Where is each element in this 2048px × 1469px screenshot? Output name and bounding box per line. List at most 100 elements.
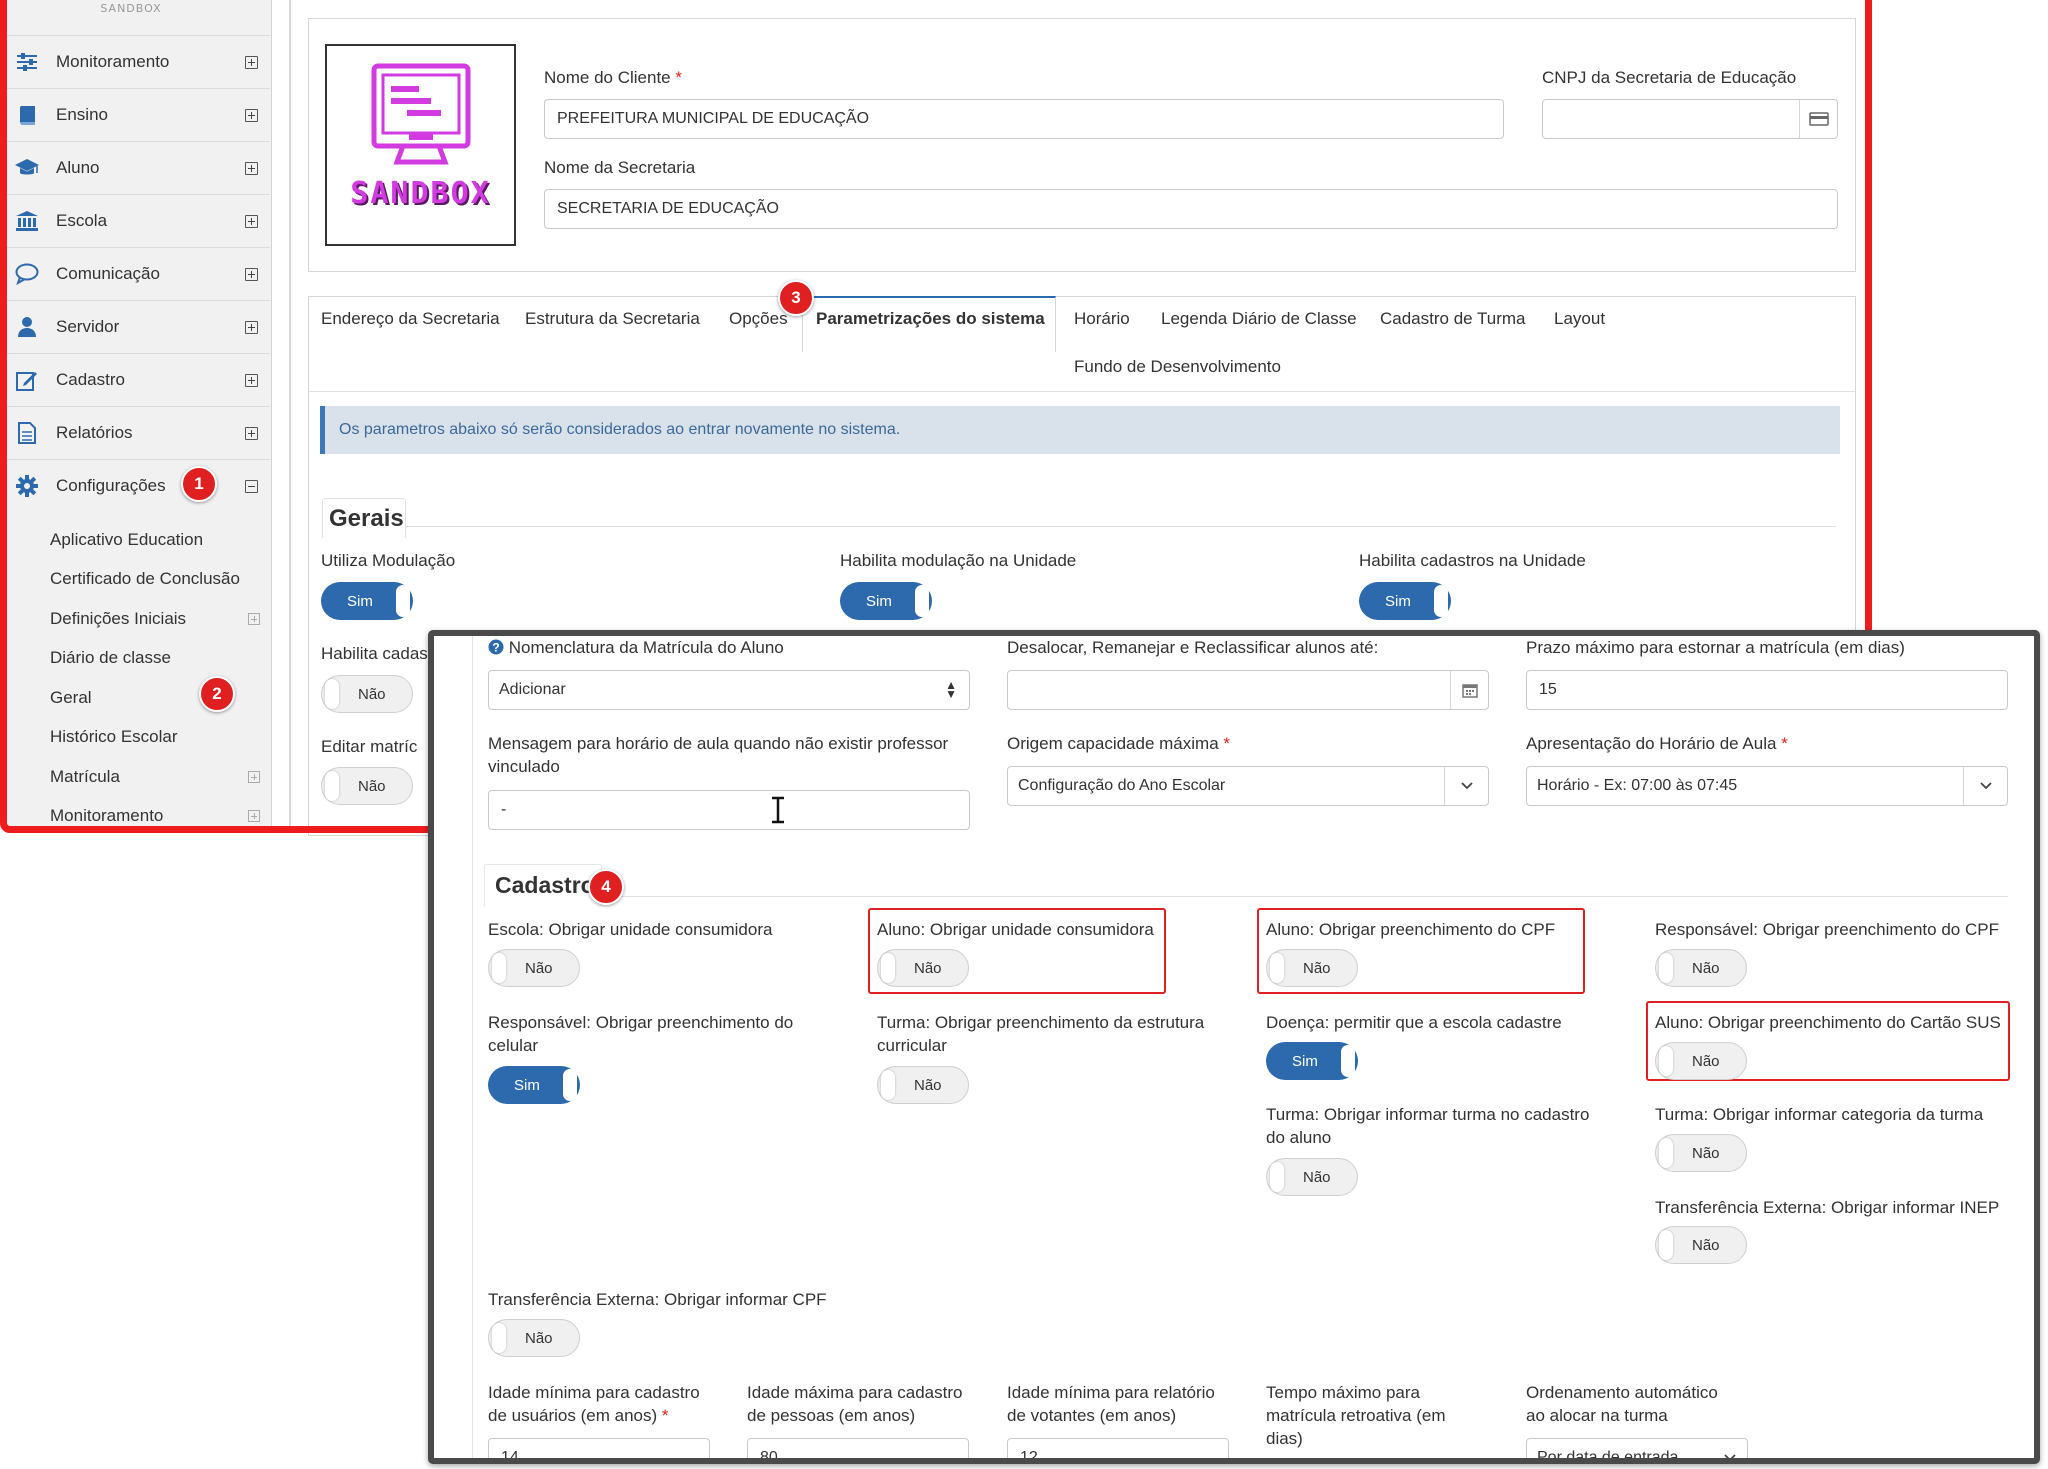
sidebar-item-aluno[interactable]: Aluno: [6, 141, 270, 194]
sidebar-item-label: Ensino: [56, 105, 108, 124]
submenu-item-monitoramento[interactable]: Monitoramento: [50, 806, 163, 826]
tab-cadastro-turma[interactable]: Cadastro de Turma: [1380, 309, 1526, 329]
help-icon[interactable]: ?: [488, 639, 504, 655]
submenu-item-diario-de-classe[interactable]: Diário de classe: [50, 648, 171, 668]
mensagem-horario-input[interactable]: -: [488, 790, 970, 830]
chevron-down-icon: [1713, 1439, 1747, 1458]
habilita-cadastros-label: Habilita cadastros na Unidade: [1359, 551, 1586, 570]
escola-unidade-label: Escola: Obrigar unidade consumidora: [488, 920, 773, 939]
sidebar-item-label: Aluno: [56, 158, 100, 177]
ordenamento-automatico-select[interactable]: Por data de entrada ...: [1526, 1438, 1748, 1458]
sidebar-item-ensino[interactable]: Ensino: [6, 88, 270, 141]
cnpj-label: CNPJ da Secretaria de Educação: [1542, 68, 1797, 87]
sandbox-logo-icon: [371, 63, 471, 165]
doenca-cadastre-toggle[interactable]: Sim: [1266, 1042, 1358, 1080]
utiliza-modulacao-toggle[interactable]: Sim: [321, 582, 413, 620]
tab-endereco-secretaria[interactable]: Endereço da Secretaria: [321, 309, 500, 329]
sidebar-item-cadastro[interactable]: Cadastro: [6, 353, 270, 406]
section-title-gerais: Gerais: [329, 505, 404, 532]
tab-legenda-diario[interactable]: Legenda Diário de Classe: [1161, 309, 1357, 329]
tab-layout[interactable]: Layout: [1554, 309, 1605, 329]
desalocar-date-input[interactable]: [1007, 670, 1489, 710]
habilita-cadastro-toggle[interactable]: Não: [321, 675, 413, 713]
submenu-item-certificado[interactable]: Certificado de Conclusão: [50, 569, 240, 589]
tabs-bottom-border: [309, 391, 1855, 392]
expand-icon[interactable]: [245, 320, 258, 334]
expand-icon[interactable]: [248, 613, 260, 625]
expand-icon[interactable]: [245, 373, 258, 387]
idade-maxima-pessoas-input[interactable]: 80: [747, 1438, 969, 1458]
expand-icon[interactable]: [245, 426, 258, 440]
nomenclatura-label: ? Nomenclatura da Matrícula do Aluno: [488, 636, 784, 659]
submenu-item-historico-escolar[interactable]: Histórico Escolar: [50, 727, 178, 747]
expand-icon[interactable]: [248, 810, 260, 822]
nome-cliente-input[interactable]: PREFEITURA MUNICIPAL DE EDUCAÇÃO: [544, 99, 1504, 139]
tempo-maximo-retroativa-label: Tempo máximo para matrícula retroativa (e…: [1266, 1383, 1446, 1448]
expand-icon[interactable]: [245, 214, 258, 228]
svg-text:?: ?: [492, 641, 499, 655]
idade-minima-usuarios-input[interactable]: 14: [488, 1438, 710, 1458]
sidebar-item-monitoramento[interactable]: Monitoramento: [6, 35, 270, 88]
tab-parametrizacoes[interactable]: Parametrizações do sistema: [816, 309, 1045, 329]
habilita-cadastros-toggle[interactable]: Sim: [1359, 582, 1451, 620]
sidebar-item-escola[interactable]: Escola: [6, 194, 270, 247]
section-divider: [406, 526, 1836, 527]
card-icon[interactable]: [1799, 100, 1837, 138]
aluno-unidade-label: Aluno: Obrigar unidade consumidora: [877, 920, 1154, 939]
responsavel-cpf-toggle[interactable]: Não: [1655, 949, 1747, 987]
panel-border: [472, 636, 473, 1458]
edit-icon: [14, 369, 40, 391]
submenu-item-geral[interactable]: Geral: [50, 688, 92, 708]
sidebar-item-label: Servidor: [56, 317, 120, 336]
utiliza-modulacao-label: Utiliza Modulação: [321, 551, 456, 570]
sidebar-item-label: Cadastro: [56, 370, 125, 389]
transferencia-inep-toggle[interactable]: Não: [1655, 1226, 1747, 1264]
tab-horario[interactable]: Horário: [1074, 309, 1130, 329]
aluno-cpf-label: Aluno: Obrigar preenchimento do CPF: [1266, 920, 1556, 939]
editar-matricula-toggle[interactable]: Não: [321, 767, 413, 805]
idade-minima-votantes-input[interactable]: 12: [1007, 1438, 1229, 1458]
submenu-item-definicoes-iniciais[interactable]: Definições Iniciais: [50, 609, 186, 629]
responsavel-celular-toggle[interactable]: Sim: [488, 1066, 580, 1104]
calendar-icon[interactable]: [1450, 671, 1488, 709]
expand-icon[interactable]: [245, 108, 258, 122]
idade-minima-usuarios-label: Idade mínima para cadastro de usuários (e…: [488, 1383, 700, 1425]
tab-opcoes[interactable]: Opções: [729, 309, 788, 329]
sidebar-item-servidor[interactable]: Servidor: [6, 300, 270, 353]
submenu-item-aplicativo-education[interactable]: Aplicativo Education: [50, 530, 203, 550]
cnpj-input[interactable]: [1542, 99, 1838, 139]
aluno-cartao-sus-toggle[interactable]: Não: [1655, 1042, 1747, 1080]
turma-estrutura-toggle[interactable]: Não: [877, 1066, 969, 1104]
expand-icon[interactable]: [248, 771, 260, 783]
expand-icon[interactable]: [245, 267, 258, 281]
aluno-cpf-toggle[interactable]: Não: [1266, 949, 1358, 987]
prazo-estorno-input[interactable]: 15: [1526, 670, 2008, 710]
expand-icon[interactable]: [245, 55, 258, 69]
tempo-maximo-retroativa-input[interactable]: [1266, 1462, 1488, 1464]
tab-estrutura-secretaria[interactable]: Estrutura da Secretaria: [525, 309, 700, 329]
sidebar-item-relatorios[interactable]: Relatórios: [6, 406, 270, 459]
tab-fundo-desenvolvimento[interactable]: Fundo de Desenvolvimento: [1074, 357, 1281, 377]
turma-cadastro-aluno-toggle[interactable]: Não: [1266, 1158, 1358, 1196]
turma-categoria-toggle[interactable]: Não: [1655, 1134, 1747, 1172]
sidebar-item-configuracoes[interactable]: Configurações: [6, 459, 270, 512]
nome-secretaria-input[interactable]: SECRETARIA DE EDUCAÇÃO: [544, 189, 1838, 229]
sort-arrows-icon: ▲ ▼: [945, 678, 957, 701]
sidebar-logo-text: SANDBOX: [100, 2, 162, 15]
sidebar-item-label: Comunicação: [56, 264, 160, 283]
nomenclatura-select[interactable]: Adicionar ▲ ▼: [488, 670, 970, 710]
client-logo[interactable]: SANDBOX: [325, 44, 516, 246]
collapse-icon[interactable]: [245, 479, 258, 493]
submenu-item-matricula[interactable]: Matrícula: [50, 767, 120, 787]
escola-unidade-toggle[interactable]: Não: [488, 949, 580, 987]
origem-capacidade-select[interactable]: Configuração do Ano Escolar: [1007, 766, 1489, 806]
aluno-unidade-toggle[interactable]: Não: [877, 949, 969, 987]
apresentacao-horario-select[interactable]: Horário - Ex: 07:00 às 07:45: [1526, 766, 2008, 806]
sidebar-item-comunicacao[interactable]: Comunicação: [6, 247, 270, 300]
transferencia-cpf-toggle[interactable]: Não: [488, 1319, 580, 1357]
origem-capacidade-label: Origem capacidade máxima *: [1007, 734, 1231, 753]
sliders-icon: [14, 51, 40, 73]
step-badge-1: 1: [181, 466, 217, 502]
expand-icon[interactable]: [245, 161, 258, 175]
habilita-modulacao-toggle[interactable]: Sim: [840, 582, 932, 620]
